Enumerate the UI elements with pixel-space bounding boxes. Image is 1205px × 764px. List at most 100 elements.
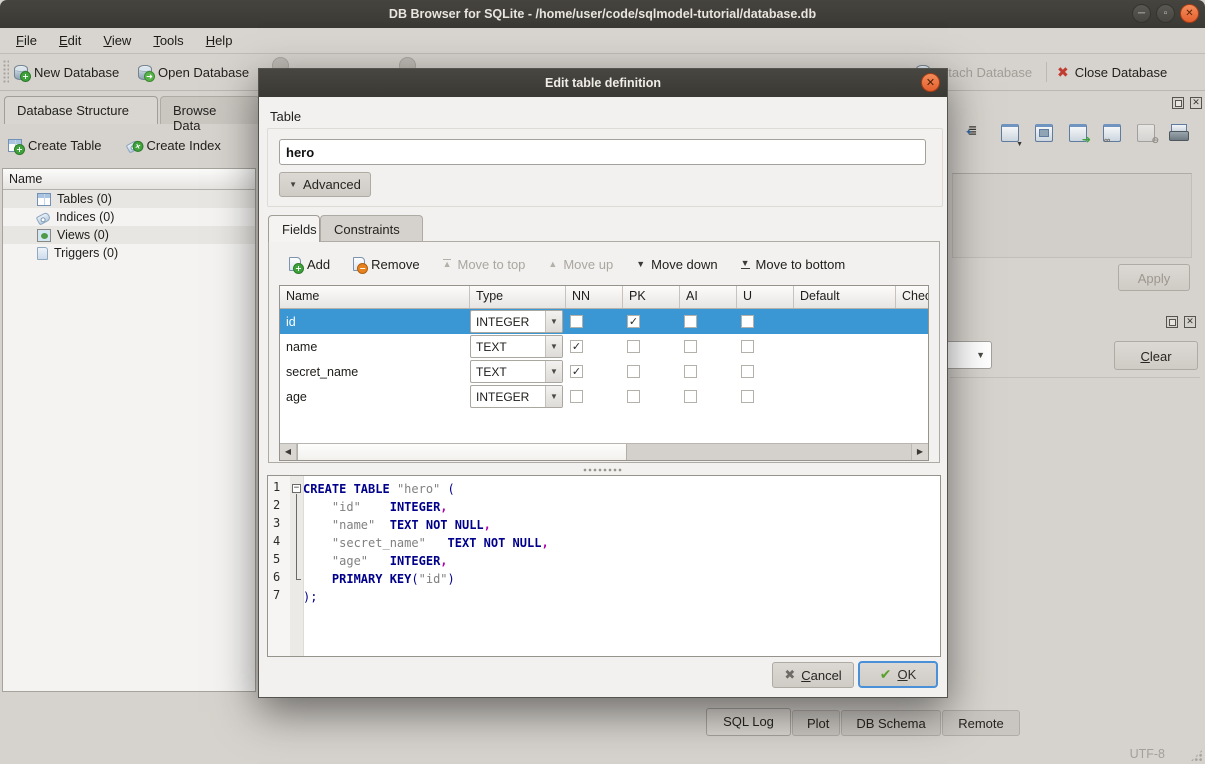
- apply-button[interactable]: Apply: [1118, 264, 1190, 291]
- tree-item-indices-0-[interactable]: Indices (0): [3, 208, 255, 226]
- field-row-id[interactable]: idINTEGER▼ ✓: [280, 309, 928, 334]
- tree-item-tables-0-[interactable]: Tables (0): [3, 190, 255, 208]
- chevron-down-icon[interactable]: ▼: [545, 336, 562, 357]
- ai-checkbox[interactable]: [684, 315, 697, 328]
- column-header-name[interactable]: Name: [280, 286, 470, 308]
- tab-browse-data[interactable]: Browse Data: [160, 96, 260, 124]
- nn-checkbox[interactable]: ✓: [570, 340, 583, 353]
- column-header-type[interactable]: Type: [470, 286, 566, 308]
- encoding-indicator[interactable]: UTF-8: [1130, 747, 1165, 761]
- nn-checkbox[interactable]: [570, 315, 583, 328]
- remove-button[interactable]: Remove: [353, 257, 419, 272]
- check-cell[interactable]: [896, 384, 929, 409]
- window-titlebar[interactable]: DB Browser for SQLite - /home/user/code/…: [0, 0, 1205, 29]
- type-select[interactable]: TEXT▼: [470, 360, 563, 383]
- tree-item-triggers-0-[interactable]: Triggers (0): [3, 244, 255, 262]
- toolbar-drag-handle[interactable]: [3, 60, 9, 84]
- default-cell[interactable]: [794, 334, 896, 359]
- default-cell[interactable]: [794, 384, 896, 409]
- print-icon[interactable]: [1169, 122, 1191, 144]
- menu-item-file[interactable]: File: [6, 30, 47, 51]
- move-to-top-button[interactable]: ▲Move to top: [443, 257, 526, 272]
- ai-checkbox[interactable]: [684, 340, 697, 353]
- dialog-close-button[interactable]: ✕: [921, 73, 940, 92]
- toolbar-item-open-database[interactable]: ➜Open Database: [138, 59, 249, 85]
- toolbar-item-new-database[interactable]: +New Database: [14, 59, 119, 85]
- move-down-button[interactable]: ▼Move down: [636, 257, 717, 272]
- save-sql-file-icon[interactable]: [1033, 122, 1055, 144]
- nn-checkbox[interactable]: [570, 390, 583, 403]
- scrollbar-thumb[interactable]: [297, 444, 627, 460]
- create-table-button[interactable]: Create Table: [8, 138, 101, 153]
- dock-float-icon[interactable]: [1172, 97, 1184, 109]
- field-row-secret-name[interactable]: secret_nameTEXT▼ ✓: [280, 359, 928, 384]
- column-header-check[interactable]: Check: [896, 286, 929, 308]
- default-cell[interactable]: [794, 359, 896, 384]
- dock-close-icon[interactable]: ✕: [1184, 316, 1196, 328]
- column-header-pk[interactable]: PK: [623, 286, 680, 308]
- tab-plot[interactable]: Plot: [792, 710, 840, 736]
- nn-checkbox[interactable]: ✓: [570, 365, 583, 378]
- u-checkbox[interactable]: [741, 365, 754, 378]
- field-name-cell[interactable]: secret_name: [280, 359, 470, 384]
- tab-constraints[interactable]: Constraints: [320, 215, 423, 242]
- pk-checkbox[interactable]: [627, 340, 640, 353]
- dock-close-icon[interactable]: ✕: [1190, 97, 1202, 109]
- check-cell[interactable]: [896, 334, 929, 359]
- tab-fields[interactable]: Fields: [268, 215, 320, 242]
- format-text-icon[interactable]: ≣✦: [965, 122, 987, 144]
- tree-column-header-name[interactable]: Name: [3, 169, 255, 190]
- tab-sql-log[interactable]: SQL Log: [706, 708, 791, 736]
- field-name-cell[interactable]: age: [280, 384, 470, 409]
- move-up-button[interactable]: ▲Move up: [548, 257, 613, 272]
- execute-sql-icon[interactable]: ➜: [1067, 122, 1089, 144]
- move-to-bottom-button[interactable]: ▼Move to bottom: [741, 257, 846, 272]
- column-header-nn[interactable]: NN: [566, 286, 623, 308]
- u-checkbox[interactable]: [741, 390, 754, 403]
- menu-item-help[interactable]: Help: [196, 30, 243, 51]
- chevron-down-icon[interactable]: ▼: [545, 311, 562, 332]
- column-header-default[interactable]: Default: [794, 286, 896, 308]
- toolbar-item-close-database[interactable]: ✖Close Database: [1057, 59, 1167, 85]
- type-select[interactable]: INTEGER▼: [470, 310, 563, 333]
- column-header-ai[interactable]: AI: [680, 286, 737, 308]
- cancel-button[interactable]: ✖ Cancel: [772, 662, 854, 688]
- field-name-cell[interactable]: id: [280, 309, 470, 334]
- pk-checkbox[interactable]: ✓: [627, 315, 640, 328]
- menu-item-tools[interactable]: Tools: [143, 30, 193, 51]
- open-browser-icon[interactable]: ∞: [1101, 122, 1123, 144]
- check-cell[interactable]: [896, 309, 929, 334]
- field-name-cell[interactable]: name: [280, 334, 470, 359]
- tree-item-views-0-[interactable]: Views (0): [3, 226, 255, 244]
- pk-checkbox[interactable]: [627, 390, 640, 403]
- chevron-down-icon[interactable]: ▼: [545, 361, 562, 382]
- fold-collapse-icon[interactable]: −: [292, 484, 301, 493]
- resize-grip[interactable]: [1190, 749, 1203, 762]
- type-select[interactable]: INTEGER▼: [470, 385, 563, 408]
- create-index-button[interactable]: Create Index: [127, 138, 220, 153]
- ok-button[interactable]: ✔ OK: [858, 661, 938, 688]
- horizontal-scrollbar[interactable]: ◀ ▶: [280, 443, 928, 460]
- menu-item-view[interactable]: View: [93, 30, 141, 51]
- u-checkbox[interactable]: [741, 315, 754, 328]
- menu-item-edit[interactable]: Edit: [49, 30, 91, 51]
- clear-button[interactable]: Clear: [1114, 341, 1198, 370]
- tab-remote[interactable]: Remote: [942, 710, 1020, 736]
- column-header-u[interactable]: U: [737, 286, 794, 308]
- scroll-left-arrow[interactable]: ◀: [280, 444, 297, 460]
- field-row-name[interactable]: nameTEXT▼✓: [280, 334, 928, 359]
- field-row-age[interactable]: ageINTEGER▼: [280, 384, 928, 409]
- minimize-button[interactable]: ─: [1132, 4, 1151, 23]
- dialog-titlebar[interactable]: Edit table definition ✕: [259, 69, 947, 97]
- dock-float-icon[interactable]: [1166, 316, 1178, 328]
- ai-checkbox[interactable]: [684, 390, 697, 403]
- tab-database-structure[interactable]: Database Structure: [4, 96, 158, 124]
- chevron-down-icon[interactable]: ▼: [545, 386, 562, 407]
- open-sql-file-icon[interactable]: ▼: [999, 122, 1021, 144]
- u-checkbox[interactable]: [741, 340, 754, 353]
- toggle-icon[interactable]: ⊖: [1135, 122, 1157, 144]
- default-cell[interactable]: [794, 309, 896, 334]
- tab-db-schema[interactable]: DB Schema: [841, 710, 941, 736]
- ai-checkbox[interactable]: [684, 365, 697, 378]
- splitter-handle[interactable]: [583, 467, 623, 473]
